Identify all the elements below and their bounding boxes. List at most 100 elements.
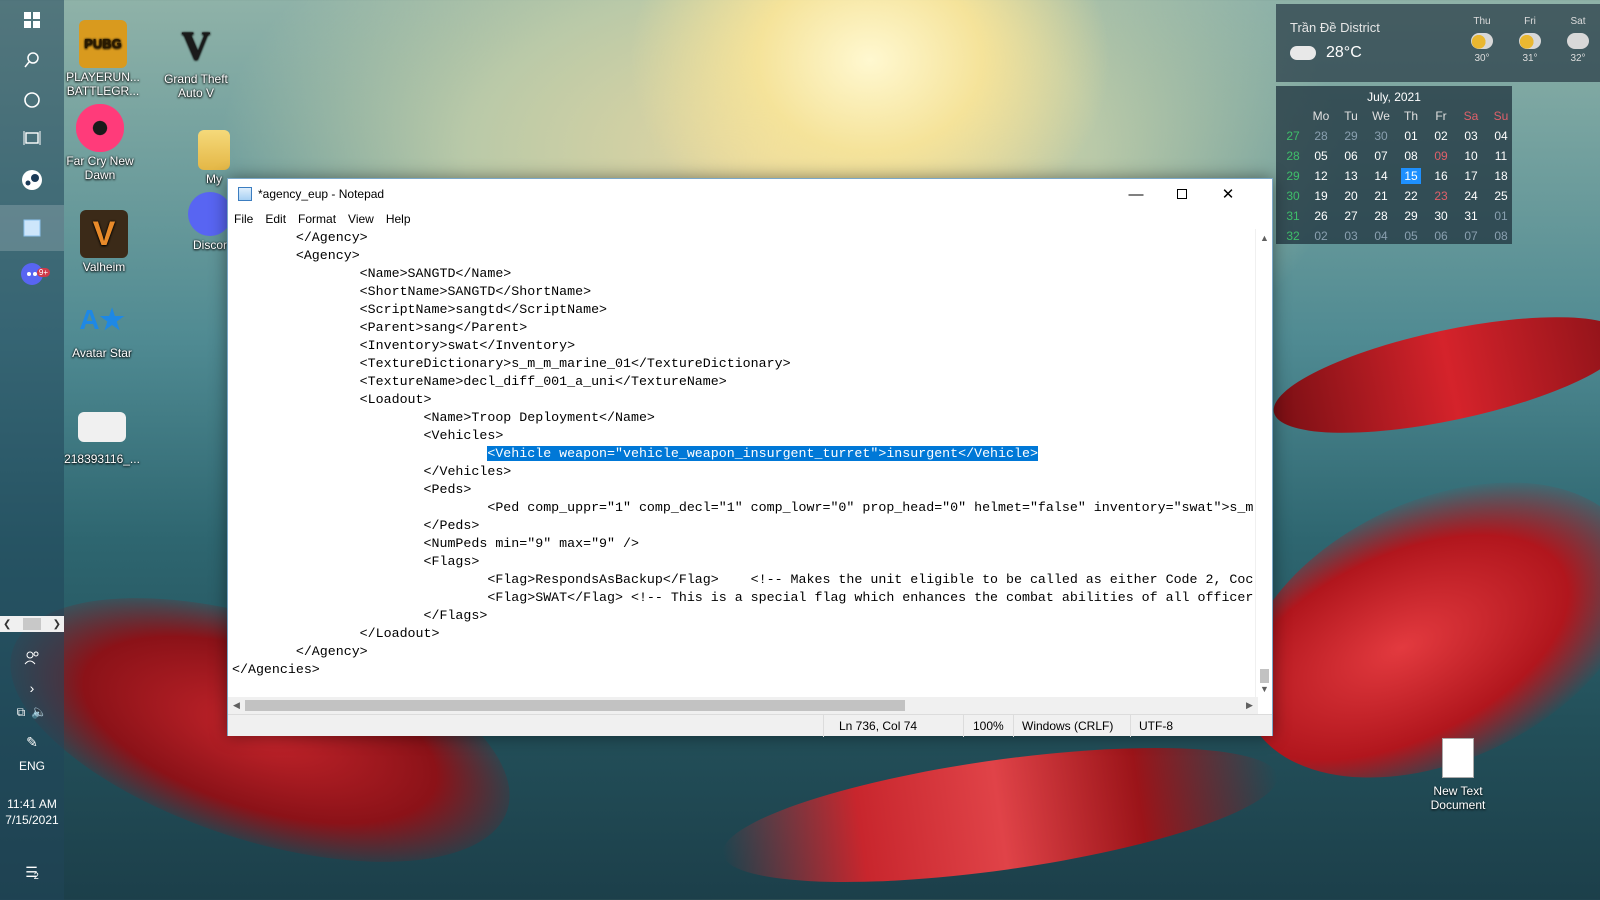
- editor-line[interactable]: <Vehicles>: [232, 427, 1258, 445]
- scroll-thumb[interactable]: [23, 618, 41, 630]
- calendar-day[interactable]: 14: [1366, 166, 1396, 186]
- task-view-button[interactable]: [0, 118, 64, 158]
- horizontal-scrollbar[interactable]: ◀ ▶: [228, 697, 1258, 714]
- calendar-day[interactable]: 31: [1456, 206, 1486, 226]
- editor-line[interactable]: <Flags>: [232, 553, 1258, 571]
- notepad-taskbar-button[interactable]: [0, 205, 64, 251]
- editor-line[interactable]: <Loadout>: [232, 391, 1258, 409]
- calendar-day[interactable]: 29: [1396, 206, 1426, 226]
- scroll-left-icon[interactable]: ❮: [3, 619, 11, 630]
- calendar-day[interactable]: 07: [1366, 146, 1396, 166]
- calendar-day[interactable]: 16: [1426, 166, 1456, 186]
- weather-widget[interactable]: Trần Đề District 28°C Thu 30° Fri 31° Sa…: [1276, 4, 1600, 82]
- editor-line[interactable]: <Name>SANGTD</Name>: [232, 265, 1258, 283]
- editor-line[interactable]: </Flags>: [232, 607, 1258, 625]
- calendar-day[interactable]: 04: [1366, 226, 1396, 246]
- scroll-right-icon[interactable]: ❯: [53, 619, 61, 630]
- scroll-left-icon[interactable]: ◀: [228, 697, 245, 714]
- scroll-up-icon[interactable]: ▲: [1256, 229, 1273, 246]
- calendar-day[interactable]: 28: [1366, 206, 1396, 226]
- pen-workspace-button[interactable]: ✎: [0, 722, 64, 762]
- title-bar[interactable]: *agency_eup - Notepad — ✕: [228, 179, 1272, 209]
- calendar-day[interactable]: 01: [1396, 126, 1426, 146]
- clock-date[interactable]: 7/15/2021: [0, 813, 64, 827]
- text-editor[interactable]: </Agency> <Agency> <Name>SANGTD</Name> <…: [228, 229, 1258, 697]
- editor-line[interactable]: <TextureDictionary>s_m_m_marine_01</Text…: [232, 355, 1258, 373]
- editor-line[interactable]: </Agency>: [232, 643, 1258, 661]
- menu-help[interactable]: Help: [386, 212, 411, 226]
- calendar-day[interactable]: 12: [1306, 166, 1336, 186]
- calendar-day[interactable]: 03: [1456, 126, 1486, 146]
- menu-file[interactable]: File: [234, 212, 253, 226]
- calendar-day[interactable]: 02: [1306, 226, 1336, 246]
- editor-line[interactable]: </Peds>: [232, 517, 1258, 535]
- desktop-icon-valheim[interactable]: V Valheim: [66, 210, 142, 274]
- calendar-day[interactable]: 21: [1366, 186, 1396, 206]
- calendar-day[interactable]: 25: [1486, 186, 1516, 206]
- selected-text[interactable]: <Vehicle weapon="vehicle_weapon_insurgen…: [487, 446, 1038, 461]
- maximize-button[interactable]: [1159, 179, 1205, 209]
- calendar-widget[interactable]: July, 2021 Mo Tu We Th Fr Sa Su 27 28 29 30 01 02 03 0…: [1276, 86, 1512, 244]
- editor-line[interactable]: <Parent>sang</Parent>: [232, 319, 1258, 337]
- calendar-day[interactable]: 11: [1486, 146, 1516, 166]
- editor-line[interactable]: <Agency>: [232, 247, 1258, 265]
- search-button[interactable]: [0, 40, 64, 80]
- calendar-day[interactable]: 20: [1336, 186, 1366, 206]
- editor-line[interactable]: <NumPeds min="9" max="9" />: [232, 535, 1258, 553]
- editor-line[interactable]: </Vehicles>: [232, 463, 1258, 481]
- calendar-day[interactable]: 24: [1456, 186, 1486, 206]
- calendar-day[interactable]: 03: [1336, 226, 1366, 246]
- taskbar-scrollbar[interactable]: ❮ ❯: [0, 616, 64, 632]
- scroll-right-icon[interactable]: ▶: [1241, 697, 1258, 714]
- editor-line[interactable]: </Agency>: [232, 229, 1258, 247]
- calendar-day[interactable]: 26: [1306, 206, 1336, 226]
- steam-taskbar-button[interactable]: [0, 160, 64, 200]
- editor-line[interactable]: <Vehicle weapon="vehicle_weapon_insurgen…: [232, 445, 1258, 463]
- editor-line[interactable]: <Flag>RespondsAsBackup</Flag> <!-- Makes…: [232, 571, 1258, 589]
- horizontal-scroll-thumb[interactable]: [245, 700, 905, 711]
- calendar-day[interactable]: 23: [1426, 186, 1456, 206]
- calendar-day[interactable]: 15: [1401, 168, 1421, 184]
- action-center-button[interactable]: ☰ 2: [0, 852, 64, 892]
- calendar-day[interactable]: 29: [1336, 126, 1366, 146]
- editor-line[interactable]: <Inventory>swat</Inventory>: [232, 337, 1258, 355]
- vertical-scrollbar[interactable]: ▲ ▼: [1255, 229, 1272, 697]
- menu-view[interactable]: View: [348, 212, 374, 226]
- editor-line[interactable]: <TextureName>decl_diff_001_a_uni</Textur…: [232, 373, 1258, 391]
- calendar-day[interactable]: 06: [1426, 226, 1456, 246]
- calendar-day[interactable]: 30: [1426, 206, 1456, 226]
- editor-line[interactable]: <Ped comp_uppr="1" comp_decl="1" comp_lo…: [232, 499, 1258, 517]
- editor-line[interactable]: <Peds>: [232, 481, 1258, 499]
- editor-line[interactable]: <Name>Troop Deployment</Name>: [232, 409, 1258, 427]
- calendar-day[interactable]: 06: [1336, 146, 1366, 166]
- calendar-day[interactable]: 09: [1426, 146, 1456, 166]
- cortana-button[interactable]: [0, 80, 64, 120]
- editor-content[interactable]: </Agency> <Agency> <Name>SANGTD</Name> <…: [228, 229, 1258, 679]
- editor-line[interactable]: </Loadout>: [232, 625, 1258, 643]
- calendar-day[interactable]: 28: [1306, 126, 1336, 146]
- desktop-icon-gta-v[interactable]: V Grand Theft Auto V: [158, 22, 234, 101]
- calendar-day[interactable]: 08: [1486, 226, 1516, 246]
- calendar-day[interactable]: 08: [1396, 146, 1426, 166]
- close-button[interactable]: ✕: [1205, 179, 1251, 209]
- calendar-day[interactable]: 17: [1456, 166, 1486, 186]
- minimize-button[interactable]: —: [1113, 179, 1159, 209]
- language-indicator[interactable]: ENG: [0, 759, 64, 773]
- start-button[interactable]: [0, 0, 64, 40]
- calendar-day[interactable]: 04: [1486, 126, 1516, 146]
- calendar-day[interactable]: 19: [1306, 186, 1336, 206]
- calendar-day[interactable]: 13: [1336, 166, 1366, 186]
- calendar-day[interactable]: 02: [1426, 126, 1456, 146]
- desktop-icon-pubg[interactable]: PUBG PLAYERUN... BATTLEGR...: [65, 20, 141, 98]
- calendar-day[interactable]: 01: [1486, 206, 1516, 226]
- calendar-day[interactable]: 05: [1396, 226, 1426, 246]
- editor-line[interactable]: <ShortName>SANGTD</ShortName>: [232, 283, 1258, 301]
- calendar-day[interactable]: 18: [1486, 166, 1516, 186]
- clock-time[interactable]: 11:41 AM: [0, 797, 64, 811]
- menu-format[interactable]: Format: [298, 212, 336, 226]
- editor-line[interactable]: <ScriptName>sangtd</ScriptName>: [232, 301, 1258, 319]
- calendar-day[interactable]: 30: [1366, 126, 1396, 146]
- scroll-down-icon[interactable]: ▼: [1256, 680, 1273, 697]
- desktop-icon-new-text-document[interactable]: New Text Document: [1418, 738, 1498, 812]
- menu-edit[interactable]: Edit: [265, 212, 286, 226]
